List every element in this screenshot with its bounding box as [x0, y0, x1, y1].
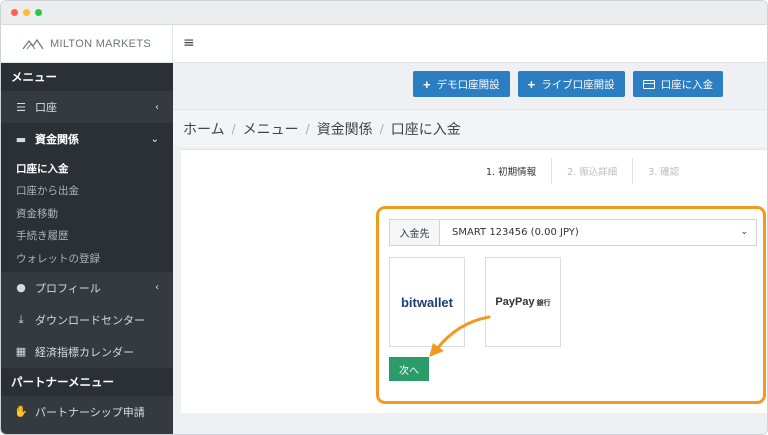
- submenu-item-deposit[interactable]: 口座に入金: [1, 157, 173, 180]
- partner-section-header: パートナーメニュー: [1, 367, 173, 396]
- bitwallet-logo: bitwallet: [400, 294, 453, 310]
- paypay-name: PayPay: [495, 296, 535, 308]
- step-transfer-details: 2. 振込詳細: [551, 158, 632, 184]
- chevron-left-icon: ‹: [155, 282, 159, 293]
- maximize-window-icon[interactable]: [35, 9, 42, 16]
- plus-icon: +: [527, 76, 536, 92]
- step-initial-info: 1. 初期情報: [486, 167, 537, 178]
- chevron-down-icon: ⌄: [740, 227, 748, 237]
- hamburger-menu-icon[interactable]: ≡: [183, 35, 195, 51]
- sidebar: MILTON MARKETS メニュー ☰ 口座 ‹ ▬ 資金関係 ⌄ 口座に入…: [1, 25, 173, 434]
- sidebar-item-label: プロフィール: [35, 281, 101, 295]
- wizard-steps: 1. 初期情報 2. 振込詳細 3. 確認: [471, 158, 694, 184]
- funds-submenu: 口座に入金 口座から出金 資金移動 手続き履歴 ウォレットの登録: [1, 155, 173, 272]
- mountain-logo-icon: [22, 38, 44, 49]
- sidebar-item-label: 口座: [35, 101, 57, 114]
- sidebar-item-funds[interactable]: ▬ 資金関係 ⌄: [1, 123, 173, 155]
- highlight-box: 入金先 SMART 123456 (0.00 JPY) ⌄ bitwallet …: [376, 206, 766, 404]
- brand-logo-area[interactable]: MILTON MARKETS: [1, 25, 173, 63]
- plus-icon: +: [423, 76, 431, 92]
- handshake-icon: ✋: [14, 405, 28, 418]
- sidebar-item-label: 資金関係: [35, 133, 79, 146]
- top-bar: ≡: [173, 25, 767, 63]
- breadcrumb-separator: /: [231, 121, 236, 136]
- close-window-icon[interactable]: [11, 9, 18, 16]
- breadcrumb-separator: /: [305, 121, 310, 136]
- deposit-destination-select[interactable]: SMART 123456 (0.00 JPY) ⌄: [440, 220, 756, 245]
- main-content: + デモ口座開設 + ライブ口座開設 口座に入金 ホーム / メニュー / 資金…: [173, 63, 767, 434]
- calendar-icon: ▦: [15, 345, 27, 358]
- card-icon: ▬: [15, 132, 27, 146]
- user-icon: ●: [16, 281, 26, 294]
- menu-section-header: メニュー: [1, 63, 173, 91]
- sidebar-item-partnership[interactable]: ✋ パートナーシップ申請: [1, 396, 173, 428]
- breadcrumb-menu[interactable]: メニュー: [243, 119, 299, 139]
- submenu-item-transfer[interactable]: 資金移動: [1, 202, 173, 225]
- breadcrumb-separator: /: [379, 121, 384, 136]
- action-buttons: + デモ口座開設 + ライブ口座開設 口座に入金: [413, 71, 724, 97]
- brand-name: MILTON MARKETS: [50, 37, 151, 50]
- open-live-account-button[interactable]: + ライブ口座開設: [517, 71, 625, 97]
- sidebar-item-label: 経済指標カレンダー: [35, 345, 134, 359]
- card-icon: [642, 79, 655, 89]
- browser-window: MILTON MARKETS メニュー ☰ 口座 ‹ ▬ 資金関係 ⌄ 口座に入…: [0, 0, 768, 435]
- sidebar-item-account[interactable]: ☰ 口座 ‹: [1, 91, 173, 123]
- breadcrumb-funds[interactable]: 資金関係: [317, 119, 373, 139]
- sidebar-item-label: パートナーシップ申請: [35, 405, 145, 419]
- submenu-item-withdraw[interactable]: 口座から出金: [1, 180, 173, 203]
- title-bar: [1, 1, 767, 25]
- chevron-down-icon: ⌄: [150, 133, 159, 145]
- chevron-left-icon: ‹: [155, 101, 159, 113]
- submenu-item-history[interactable]: 手続き履歴: [1, 225, 173, 248]
- pointer-arrow-icon: [429, 315, 491, 357]
- step-confirm: 3. 確認: [632, 158, 694, 184]
- deposit-destination-field: 入金先 SMART 123456 (0.00 JPY) ⌄: [389, 219, 757, 246]
- list-icon: ☰: [16, 100, 26, 114]
- minimize-window-icon[interactable]: [23, 9, 30, 16]
- button-label: 口座に入金: [660, 78, 714, 91]
- open-demo-account-button[interactable]: + デモ口座開設: [413, 71, 510, 97]
- breadcrumb-home[interactable]: ホーム: [183, 119, 225, 139]
- button-label: ライブ口座開設: [541, 78, 615, 91]
- download-icon: ⤓: [18, 312, 24, 326]
- next-button[interactable]: 次へ: [389, 357, 429, 381]
- sidebar-item-profile[interactable]: ● プロフィール ‹: [1, 272, 173, 304]
- breadcrumb: ホーム / メニュー / 資金関係 / 口座に入金: [173, 109, 767, 147]
- sidebar-item-label: ダウンロードセンター: [35, 313, 145, 327]
- select-value: SMART 123456 (0.00 JPY): [452, 227, 579, 238]
- deposit-button[interactable]: 口座に入金: [632, 71, 724, 97]
- breadcrumb-current: 口座に入金: [390, 121, 461, 138]
- deposit-destination-label: 入金先: [390, 220, 440, 245]
- sidebar-item-calendar[interactable]: ▦ 経済指標カレンダー: [1, 336, 173, 368]
- submenu-item-wallet-register[interactable]: ウォレットの登録: [1, 247, 173, 270]
- paypay-logo: PayPay 銀行: [495, 296, 550, 308]
- paypay-bank-label: 銀行: [536, 300, 551, 307]
- sidebar-item-download[interactable]: ⤓ ダウンロードセンター: [1, 304, 173, 336]
- deposit-panel: 1. 初期情報 2. 振込詳細 3. 確認 入金先 SMART 123456 (…: [181, 149, 767, 413]
- button-label: デモ口座開設: [436, 78, 500, 91]
